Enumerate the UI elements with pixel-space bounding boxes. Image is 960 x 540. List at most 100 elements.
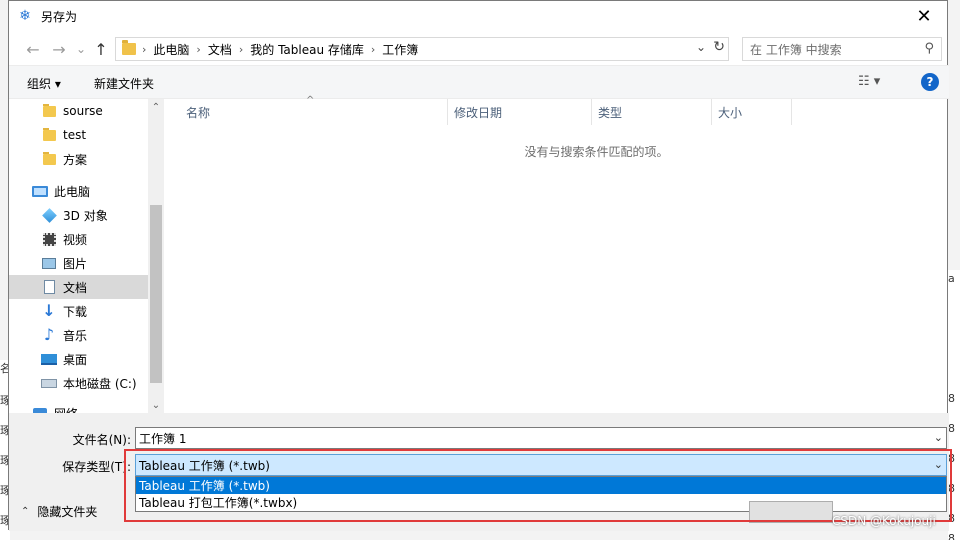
empty-message: 没有与搜索条件匹配的项。 [524,145,669,159]
desktop-icon [41,351,57,367]
sidebar-item-label: 本地磁盘 (C:) [63,376,137,391]
sidebar-item-label: 此电脑 [54,184,91,199]
download-icon: ↓ [42,301,56,320]
sidebar-item-label: test [63,128,87,142]
close-button[interactable]: ✕ [901,1,947,31]
chevron-down-icon[interactable]: ⌄ [696,40,706,54]
sidebar-item-label: 桌面 [63,352,88,367]
search-placeholder: 在 工作簿 中搜索 [750,42,842,57]
breadcrumb-item-documents[interactable]: 文档 [208,41,232,58]
background-right-header: a [948,272,955,285]
new-folder-button[interactable]: 新建文件夹 [94,75,154,92]
forward-arrow-icon[interactable]: → [49,38,69,60]
sidebar-item-label: sourse [63,104,103,118]
breadcrumb-separator[interactable]: › [196,43,200,56]
view-options-icon[interactable]: ☷ ▾ [858,74,880,89]
sidebar-item-label: 图片 [63,256,88,271]
chevron-down-icon[interactable]: ⌄ [934,458,943,471]
breadcrumb-separator: › [142,42,147,56]
hide-folders-label: 隐藏文件夹 [37,505,98,519]
background-digit: 8 [948,452,955,465]
filename-value: 工作簿 1 [139,431,187,446]
filetype-select[interactable]: Tableau 工作簿 (*.twb) ⌄ [135,454,947,476]
sidebar-item-label: 方案 [63,152,88,167]
refresh-icon[interactable]: ↻ [713,39,725,55]
app-icon: ❄ [19,8,31,24]
title-bar[interactable]: ❄ 另存为 ✕ [9,1,947,31]
sidebar-item-documents[interactable]: 文档 [9,275,148,299]
sidebar-item-label: 下载 [63,304,88,319]
sidebar-item-videos[interactable]: 视频 [9,227,148,251]
sidebar-scrollbar[interactable]: ⌃ ⌄ [148,99,164,413]
background-digit: 8 [948,422,955,435]
filetype-option-twb[interactable]: Tableau 工作簿 (*.twb) [136,477,946,494]
search-icon[interactable]: ⚲ [924,41,934,56]
scroll-up-icon[interactable]: ⌃ [148,99,164,115]
sidebar-item-label: 视频 [63,232,88,247]
sidebar-item-sourse[interactable]: sourse [9,99,148,123]
scroll-down-icon[interactable]: ⌄ [148,397,164,413]
computer-icon [32,183,48,199]
chevron-down-icon[interactable]: ⌄ [934,431,943,444]
documents-icon [41,279,57,295]
sidebar-item-label: 3D 对象 [63,208,108,223]
drive-icon [41,375,57,391]
breadcrumb-item-this-pc[interactable]: 此电脑 [153,41,189,58]
breadcrumb-separator[interactable]: › [371,43,375,56]
background-digit: 8 [948,482,955,495]
toolbar: 组织 ▾ 新建文件夹 ☷ ▾ ? [9,65,949,99]
save-form: 文件名(N): 工作簿 1 ⌄ 保存类型(T): Tableau 工作簿 (*.… [9,413,952,531]
filetype-label: 保存类型(T): [62,460,131,474]
recent-locations-icon[interactable]: ⌄ [71,38,91,60]
watermark: CSDN @Kokujouji [832,514,936,528]
help-icon[interactable]: ? [921,73,939,91]
back-arrow-icon[interactable]: ← [23,38,43,60]
sidebar-item-pictures[interactable]: 图片 [9,251,148,275]
video-icon [41,231,57,247]
address-bar[interactable]: › 此电脑 › 文档 › 我的 Tableau 存储库 › 工作簿 ⌄ ↻ [115,37,729,61]
scrollbar-thumb[interactable] [150,205,162,383]
filename-label: 文件名(N): [72,433,131,447]
column-header-date[interactable]: 修改日期 [448,99,592,125]
breadcrumb-item-tableau-repo[interactable]: 我的 Tableau 存储库 [250,41,364,58]
pictures-icon [41,255,57,271]
sidebar-item-label: 文档 [63,280,88,295]
column-header-type[interactable]: 类型 [592,99,712,125]
breadcrumb-item-workbooks[interactable]: 工作簿 [382,41,418,58]
sidebar-item-plan[interactable]: 方案 [9,147,148,171]
music-icon: ♪ [43,325,55,344]
background-digit: 8 [948,532,955,540]
folder-icon [122,40,136,55]
filename-field[interactable]: 工作簿 1 ⌄ [135,427,947,449]
search-input[interactable]: 在 工作簿 中搜索 ⚲ [742,37,942,61]
column-header-name[interactable]: 名称 [180,99,448,125]
sidebar-item-desktop[interactable]: 桌面 [9,347,148,371]
navigation-bar: ← → ⌄ ↑ › 此电脑 › 文档 › 我的 Tableau 存储库 › 工作… [9,36,949,62]
network-icon [32,405,48,413]
sidebar-item-label: 音乐 [63,328,88,343]
folder-icon [41,151,57,167]
navigation-pane: sourse test 方案 此电脑 3D 对象 视频 图片 文档 ↓ 下载 ♪… [9,99,164,413]
sidebar-item-downloads[interactable]: ↓ 下载 [9,299,148,323]
sidebar-item-local-disk[interactable]: 本地磁盘 (C:) [9,371,148,395]
background-digit: 8 [948,512,955,525]
background-digit: 8 [948,392,955,405]
sidebar-item-3d-objects[interactable]: 3D 对象 [9,203,148,227]
hide-folders-toggle[interactable]: ⌃ 隐藏文件夹 [21,503,97,520]
sidebar-item-network[interactable]: 网络 [9,401,148,413]
organize-button[interactable]: 组织 ▾ [27,75,61,92]
folder-icon [41,103,57,119]
sidebar-item-music[interactable]: ♪ 音乐 [9,323,148,347]
folder-icon [41,127,57,143]
sidebar-item-this-pc[interactable]: 此电脑 [9,179,148,203]
chevron-up-icon: ⌃ [21,506,30,517]
background-right-column: a 8 8 8 8 8 8 [948,270,960,540]
save-button[interactable] [749,501,833,523]
file-list: ^ 名称 修改日期 类型 大小 没有与搜索条件匹配的项。 [164,95,949,413]
save-as-dialog: ❄ 另存为 ✕ ← → ⌄ ↑ › 此电脑 › 文档 › 我的 Tableau … [8,0,952,531]
column-header-size[interactable]: 大小 [712,99,792,125]
sidebar-item-label: 网络 [54,405,78,414]
up-arrow-icon[interactable]: ↑ [91,38,111,60]
sidebar-item-test[interactable]: test [9,123,148,147]
breadcrumb-separator[interactable]: › [239,43,243,56]
